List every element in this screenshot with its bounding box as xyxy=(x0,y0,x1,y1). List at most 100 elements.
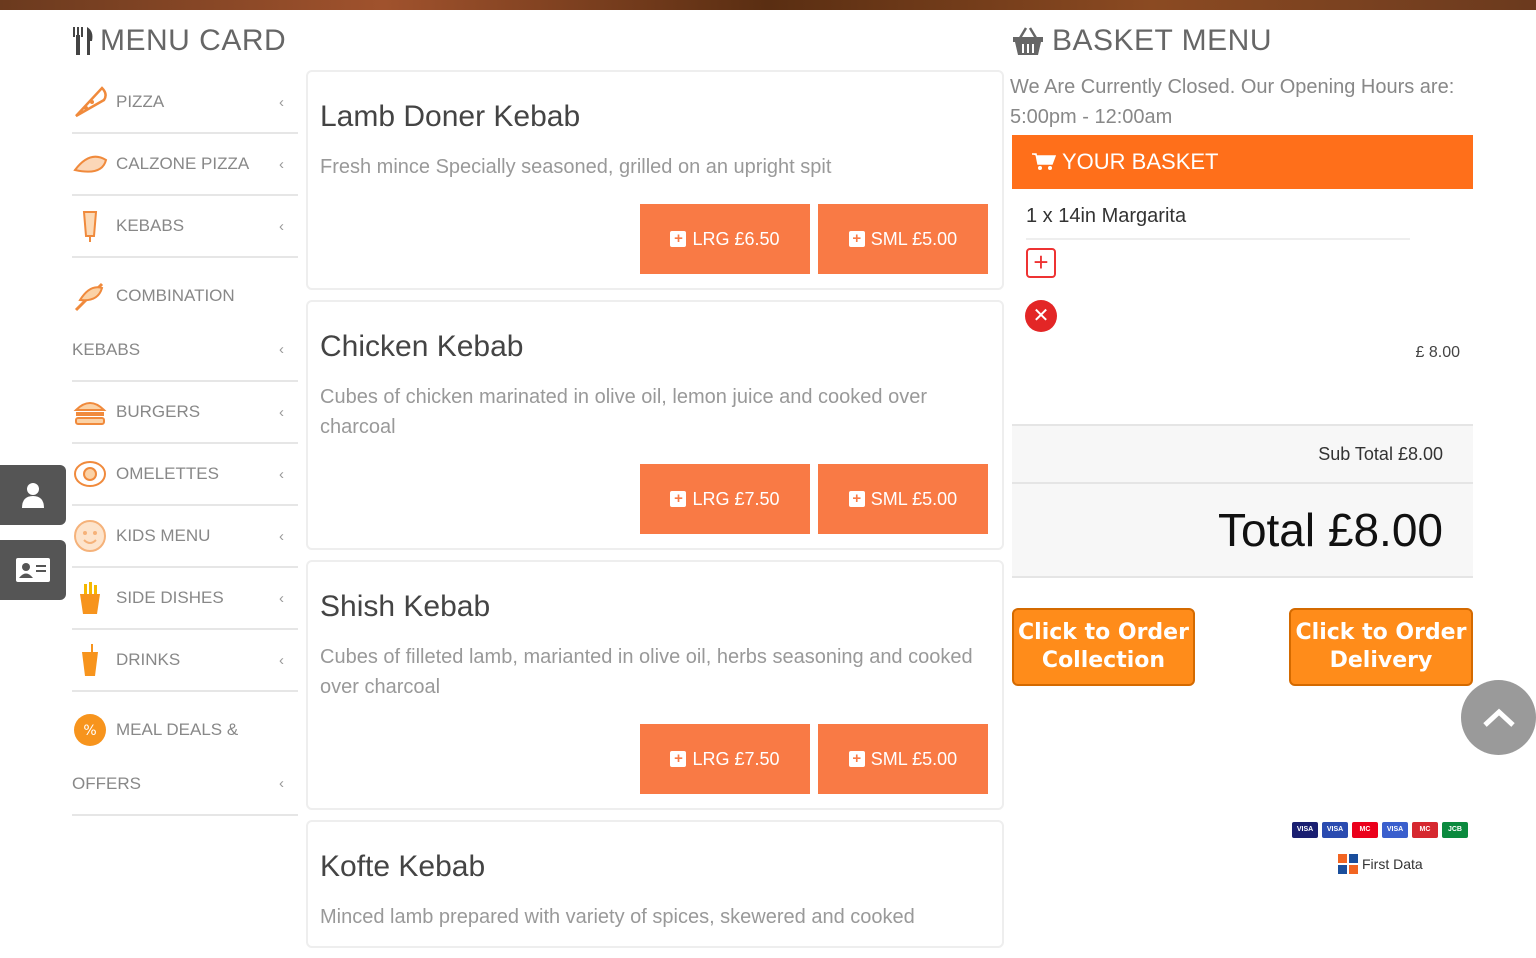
closed-notice: We Are Currently Closed. Our Opening Hou… xyxy=(1010,76,1455,128)
total-text: Total £8.00 xyxy=(1217,504,1443,556)
menu-items-list: Lamb Doner Kebab Fresh mince Specially s… xyxy=(306,70,1004,958)
contact-card-button[interactable] xyxy=(0,540,66,600)
plus-square-icon: + xyxy=(670,491,687,507)
category-burgers[interactable]: BURGERS ‹ xyxy=(72,382,298,444)
add-small-button[interactable]: + SML £5.00 xyxy=(818,204,988,274)
add-large-button[interactable]: + LRG £6.50 xyxy=(640,204,810,274)
visa-card-icon: VISA xyxy=(1292,822,1318,838)
category-pizza[interactable]: PIZZA ‹ xyxy=(72,72,298,134)
fries-icon xyxy=(72,580,108,616)
your-basket-header: YOUR BASKET xyxy=(1012,135,1473,189)
kebab-icon xyxy=(72,208,108,244)
order-delivery-button[interactable]: Click to Order Delivery xyxy=(1289,608,1473,686)
user-account-button[interactable] xyxy=(0,465,66,525)
add-small-button[interactable]: + SML £5.00 xyxy=(818,464,988,534)
category-label: KEBABS xyxy=(116,216,185,235)
button-label: LRG £7.50 xyxy=(692,488,780,509)
button-label-line1: Click to Order xyxy=(1295,620,1467,645)
chevron-left-icon: ‹ xyxy=(279,775,284,792)
jcb-card-icon: JCB xyxy=(1442,822,1468,838)
burger-icon xyxy=(72,394,108,430)
omelette-icon xyxy=(72,456,108,492)
calzone-icon xyxy=(72,146,108,182)
category-drinks[interactable]: DRINKS ‹ xyxy=(72,630,298,692)
first-data-text: First Data xyxy=(1362,856,1423,872)
category-label: OMELETTES xyxy=(116,464,219,483)
button-label: SML £5.00 xyxy=(870,228,958,249)
chevron-left-icon: ‹ xyxy=(279,93,284,111)
chevron-left-icon: ‹ xyxy=(279,465,284,483)
subtotal-text: Sub Total £8.00 xyxy=(1318,443,1443,464)
category-kebabs[interactable]: KEBABS ‹ xyxy=(72,196,298,258)
svg-text:%: % xyxy=(83,723,96,739)
kids-menu-icon xyxy=(72,518,108,554)
subtotal-row: Sub Total £8.00 xyxy=(1012,424,1473,482)
chevron-left-icon: ‹ xyxy=(279,589,284,607)
plus-square-icon: + xyxy=(670,751,687,767)
add-large-button[interactable]: + LRG £7.50 xyxy=(640,724,810,794)
basket-menu-title: BASKET MENU xyxy=(1052,24,1272,57)
basket-icon xyxy=(1013,27,1043,55)
item-description: Minced lamb prepared with variety of spi… xyxy=(320,906,915,928)
discount-icon: % xyxy=(72,712,108,748)
item-description: Fresh mince Specially seasoned, grilled … xyxy=(320,156,832,178)
payment-cards: VISA VISA MC VISA MC JCB xyxy=(1292,822,1468,838)
menu-card-heading: MENU CARD xyxy=(70,24,286,58)
plus-square-icon: + xyxy=(670,231,687,247)
item-name: Lamb Doner Kebab xyxy=(320,100,581,133)
item-name: Shish Kebab xyxy=(320,590,491,623)
total-row: Total £8.00 xyxy=(1012,482,1473,578)
button-label-line2: Delivery xyxy=(1329,648,1433,673)
cart-icon xyxy=(1032,153,1056,170)
plus-square-icon: + xyxy=(848,491,865,507)
category-meal-deals-offers[interactable]: % MEAL DEALS & OFFERS ‹ xyxy=(72,692,298,816)
line-item-price: £ 8.00 xyxy=(1415,344,1460,361)
cutlery-icon xyxy=(70,25,96,57)
category-label: SIDE DISHES xyxy=(116,588,224,607)
chevron-left-icon: ‹ xyxy=(279,651,284,669)
add-small-button[interactable]: + SML £5.00 xyxy=(818,724,988,794)
basket-menu-heading: BASKET MENU xyxy=(1012,24,1272,58)
first-data-icon xyxy=(1338,854,1358,874)
basket-line-item: 1 x 14in Margarita xyxy=(1026,205,1410,240)
user-icon xyxy=(22,483,44,508)
your-basket-label: YOUR BASKET xyxy=(1062,149,1219,174)
order-collection-button[interactable]: Click to Order Collection xyxy=(1012,608,1195,686)
category-calzone-pizza[interactable]: CALZONE PIZZA ‹ xyxy=(72,134,298,196)
button-label: LRG £7.50 xyxy=(692,748,780,769)
item-description: Cubes of filleted lamb, marianted in oli… xyxy=(320,646,973,698)
menu-item-card: Lamb Doner Kebab Fresh mince Specially s… xyxy=(306,70,1004,290)
button-label: LRG £6.50 xyxy=(692,228,780,249)
chevron-left-icon: ‹ xyxy=(279,217,284,235)
item-description: Cubes of chicken marinated in olive oil,… xyxy=(320,386,928,438)
pizza-slice-icon xyxy=(72,84,108,120)
chevron-left-icon: ‹ xyxy=(279,527,284,545)
category-kids-menu[interactable]: KIDS MENU ‹ xyxy=(72,506,298,568)
header-banner-strip xyxy=(0,0,1536,10)
category-label: DRINKS xyxy=(116,650,181,669)
id-card-icon xyxy=(16,558,50,582)
chevron-left-icon: ‹ xyxy=(279,403,284,421)
combination-icon xyxy=(72,278,108,314)
remove-item-button[interactable]: ✕ xyxy=(1025,300,1057,332)
add-large-button[interactable]: + LRG £7.50 xyxy=(640,464,810,534)
chevron-left-icon: ‹ xyxy=(279,155,284,173)
menu-item-card: Chicken Kebab Cubes of chicken marinated… xyxy=(306,300,1004,550)
menu-card-title: MENU CARD xyxy=(100,24,287,57)
button-label: SML £5.00 xyxy=(870,488,958,509)
chevron-left-icon: ‹ xyxy=(279,341,284,358)
increase-quantity-button[interactable]: + xyxy=(1026,248,1056,278)
category-label: COMBINATION xyxy=(116,286,235,305)
category-side-dishes[interactable]: SIDE DISHES ‹ xyxy=(72,568,298,630)
category-combination-kebabs[interactable]: COMBINATION KEBABS ‹ xyxy=(72,258,298,382)
plus-square-icon: + xyxy=(848,231,865,247)
visa-card-icon: VISA xyxy=(1382,822,1408,838)
category-omelettes[interactable]: OMELETTES ‹ xyxy=(72,444,298,506)
drink-icon xyxy=(72,642,108,678)
category-label: KIDS MENU xyxy=(116,526,211,545)
category-label: MEAL DEALS & xyxy=(116,720,239,739)
plus-square-icon: + xyxy=(848,751,865,767)
chevron-up-icon xyxy=(1482,708,1515,727)
menu-item-card: Shish Kebab Cubes of filleted lamb, mari… xyxy=(306,560,1004,810)
scroll-to-top-button[interactable] xyxy=(1461,680,1536,755)
